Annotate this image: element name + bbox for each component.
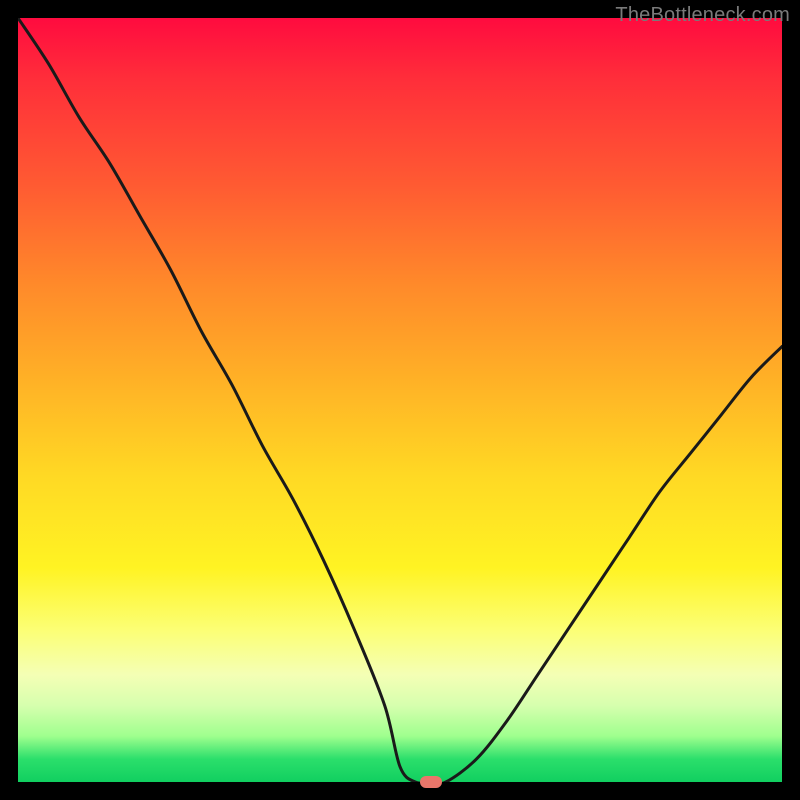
- plot-area: [18, 18, 782, 782]
- bottleneck-curve: [18, 18, 782, 782]
- optimal-point-marker: [420, 776, 442, 788]
- watermark-text: TheBottleneck.com: [615, 4, 790, 27]
- curve-path: [18, 18, 782, 782]
- chart-frame: TheBottleneck.com: [0, 0, 800, 800]
